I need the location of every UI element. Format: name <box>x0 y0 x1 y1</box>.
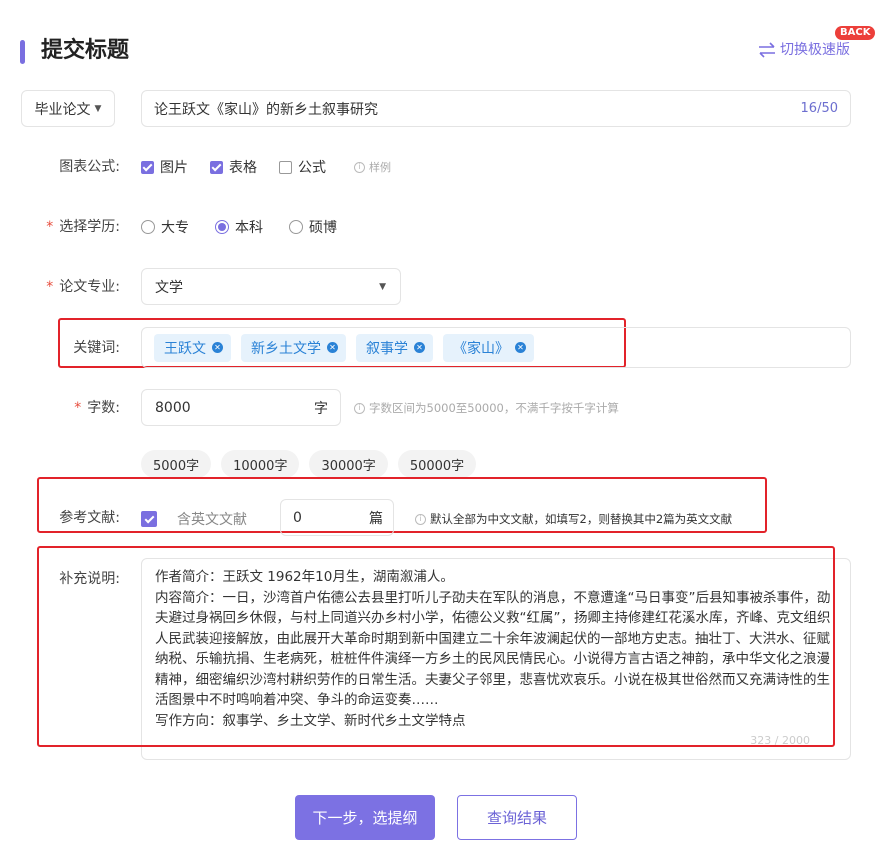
word-count-label-text: 字数: <box>87 400 120 416</box>
education-label: * 选择学历: <box>0 217 120 237</box>
preset-chip[interactable]: 5000字 <box>141 450 212 478</box>
references-hint-text: 默认全部为中文文献，如填写2，则替换其中2篇为英文文献 <box>430 512 733 526</box>
keyword-tag-label: 新乡土文学 <box>251 340 321 357</box>
sample-hint[interactable]: i 样例 <box>354 159 391 175</box>
english-ref-count-unit: 篇 <box>369 510 383 527</box>
required-mark: * <box>46 279 54 295</box>
page-title: 提交标题 <box>41 38 130 63</box>
remove-tag-icon[interactable]: ✕ <box>414 342 425 353</box>
option-bachelor-label: 本科 <box>235 220 263 236</box>
keywords-label: 关键词: <box>73 340 120 356</box>
word-count-unit: 字 <box>314 400 328 417</box>
education-options: 大专 本科 硕博 <box>141 217 337 237</box>
major-label: * 论文专业: <box>0 277 120 297</box>
keyword-tag-label: 《家山》 <box>453 340 509 357</box>
english-ref-count-value: 0 <box>293 509 302 526</box>
chart-formula-label: 图表公式: <box>59 159 120 175</box>
title-char-count: 16/50 <box>800 101 838 116</box>
keyword-tag: 叙事学 ✕ <box>356 333 433 362</box>
references-label: 参考文献: <box>59 510 120 526</box>
preset-chip[interactable]: 10000字 <box>221 450 300 478</box>
english-ref-count-input[interactable]: 0 篇 <box>280 499 394 536</box>
remove-tag-icon[interactable]: ✕ <box>515 342 526 353</box>
caret-down-icon: ▼ <box>94 103 102 114</box>
option-tables-label: 表格 <box>229 160 257 176</box>
education-label-text: 选择学历: <box>59 219 120 235</box>
info-icon: i <box>354 402 365 414</box>
required-mark: * <box>46 219 54 235</box>
preset-chip[interactable]: 30000字 <box>309 450 388 478</box>
paper-type-select[interactable]: 毕业论文 ▼ <box>21 90 115 127</box>
include-english-option[interactable]: 含英文文献 <box>141 509 247 529</box>
switch-fast-version-label: 切换极速版 <box>780 42 850 58</box>
junior-college-radio[interactable] <box>141 220 155 234</box>
word-count-hint-text: 字数区间为5000至50000，不满千字按千字计算 <box>369 401 619 415</box>
back-badge[interactable]: BACK <box>835 26 876 40</box>
keyword-tag-label: 王跃文 <box>164 340 206 357</box>
option-images-label: 图片 <box>160 160 188 176</box>
major-value: 文学 <box>155 279 183 296</box>
keywords-input[interactable]: 王跃文 ✕ 新乡土文学 ✕ 叙事学 ✕ 《家山》 ✕ <box>141 327 851 368</box>
tables-checkbox[interactable] <box>210 160 223 174</box>
required-mark: * <box>74 400 82 416</box>
paper-type-value: 毕业论文 <box>34 101 91 118</box>
include-english-checkbox[interactable] <box>141 511 157 527</box>
option-graduate-label: 硕博 <box>309 220 337 236</box>
preset-chip[interactable]: 50000字 <box>397 450 477 478</box>
images-checkbox[interactable] <box>141 160 154 174</box>
option-junior-college-label: 大专 <box>161 220 189 236</box>
formulas-checkbox[interactable] <box>279 160 292 174</box>
word-count-label: * 字数: <box>0 398 120 418</box>
sample-hint-text: 样例 <box>369 161 391 174</box>
word-count-value: 8000 <box>155 399 191 416</box>
major-label-text: 论文专业: <box>59 279 120 295</box>
option-graduate[interactable]: 硕博 <box>289 217 337 237</box>
info-icon: i <box>354 161 365 173</box>
keyword-tag: 王跃文 ✕ <box>154 333 231 362</box>
remove-tag-icon[interactable]: ✕ <box>212 342 223 353</box>
major-select[interactable]: 文学 ▼ <box>141 268 401 305</box>
option-formulas-label: 公式 <box>298 160 326 176</box>
graduate-radio[interactable] <box>289 220 303 234</box>
keyword-tag: 《家山》 ✕ <box>443 333 534 362</box>
option-images[interactable]: 图片 <box>141 157 188 177</box>
word-count-presets: 5000字 10000字 30000字 50000字 <box>141 450 477 478</box>
swap-arrows-icon <box>758 42 776 58</box>
include-english-label: 含英文文献 <box>177 512 247 528</box>
references-hint: i 默认全部为中文文献，如填写2，则替换其中2篇为英文文献 <box>415 511 732 527</box>
caret-down-icon: ▼ <box>379 281 386 292</box>
word-count-input[interactable]: 8000 字 <box>141 389 341 426</box>
title-accent-bar <box>20 40 25 64</box>
keyword-tag: 新乡土文学 ✕ <box>241 333 346 362</box>
remove-tag-icon[interactable]: ✕ <box>327 342 338 353</box>
word-count-hint: i 字数区间为5000至50000，不满千字按千字计算 <box>354 400 619 416</box>
option-formulas[interactable]: 公式 <box>279 157 326 177</box>
chart-formula-options: 图片 表格 公式 i 样例 <box>141 157 391 177</box>
notes-highlight <box>37 546 835 747</box>
switch-fast-version-link[interactable]: 切换极速版 <box>758 40 850 60</box>
query-results-button[interactable]: 查询结果 <box>457 795 577 840</box>
title-input-value: 论王跃文《家山》的新乡土叙事研究 <box>154 101 378 118</box>
option-junior-college[interactable]: 大专 <box>141 217 189 237</box>
next-step-button[interactable]: 下一步，选提纲 <box>295 795 435 840</box>
title-input[interactable]: 论王跃文《家山》的新乡土叙事研究 16/50 <box>141 90 851 127</box>
option-tables[interactable]: 表格 <box>210 157 257 177</box>
bachelor-radio[interactable] <box>215 220 229 234</box>
option-bachelor[interactable]: 本科 <box>215 217 263 237</box>
info-icon: i <box>415 513 426 525</box>
keyword-tag-label: 叙事学 <box>366 340 408 357</box>
